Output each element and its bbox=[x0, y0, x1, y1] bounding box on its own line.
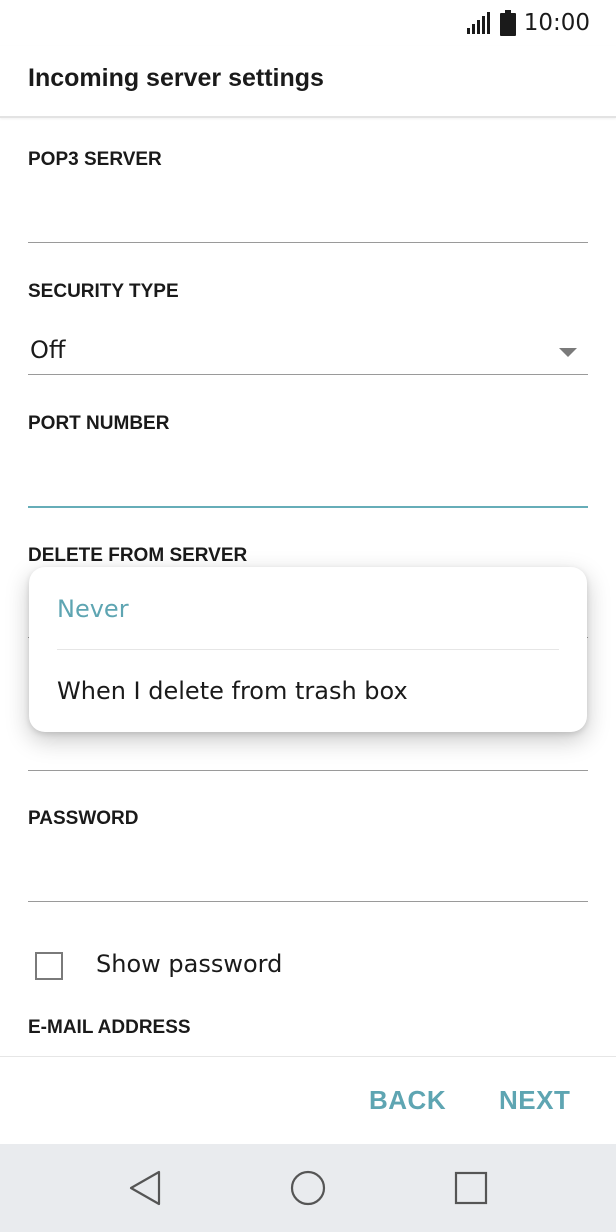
security-type-underline bbox=[28, 374, 588, 375]
dropdown-arrow-icon bbox=[559, 348, 577, 357]
password-underline bbox=[28, 901, 588, 902]
back-triangle-icon[interactable] bbox=[125, 1168, 165, 1208]
home-circle-icon[interactable] bbox=[288, 1168, 328, 1208]
delete-from-server-popup: Never When I delete from trash box bbox=[29, 567, 587, 732]
popup-option-trash[interactable]: When I delete from trash box bbox=[57, 677, 408, 705]
security-type-label: SECURITY TYPE bbox=[28, 281, 179, 302]
delete-from-server-label: DELETE FROM SERVER bbox=[28, 545, 248, 566]
battery-icon bbox=[499, 10, 516, 36]
status-time: 10:00 bbox=[523, 10, 590, 36]
pop3-server-input[interactable] bbox=[30, 196, 590, 236]
show-password-label[interactable]: Show password bbox=[96, 950, 282, 978]
bottom-action-bar: BACK NEXT bbox=[0, 1056, 616, 1145]
popup-option-never[interactable]: Never bbox=[57, 595, 129, 623]
show-password-checkbox[interactable] bbox=[35, 952, 63, 980]
recents-square-icon[interactable] bbox=[451, 1168, 491, 1208]
pop3-server-label: POP3 SERVER bbox=[28, 149, 162, 170]
password-input[interactable] bbox=[30, 855, 590, 895]
status-icons: 10:00 bbox=[466, 8, 590, 38]
page-title: Incoming server settings bbox=[28, 64, 324, 92]
email-address-label: E-MAIL ADDRESS bbox=[28, 1017, 191, 1038]
app-header: Incoming server settings bbox=[0, 46, 616, 118]
hidden-field-underline bbox=[28, 770, 588, 771]
password-label: PASSWORD bbox=[28, 808, 139, 829]
security-type-value: Off bbox=[30, 336, 66, 364]
signal-icon bbox=[466, 12, 490, 34]
port-number-underline bbox=[28, 506, 588, 508]
port-number-label: PORT NUMBER bbox=[28, 413, 170, 434]
pop3-server-underline bbox=[28, 242, 588, 243]
next-button[interactable]: NEXT bbox=[499, 1085, 570, 1116]
security-type-dropdown[interactable]: Off bbox=[28, 330, 588, 374]
system-nav-bar bbox=[0, 1144, 616, 1232]
back-button[interactable]: BACK bbox=[369, 1085, 446, 1116]
port-number-input[interactable] bbox=[30, 460, 590, 500]
popup-divider bbox=[57, 649, 559, 650]
status-bar: 10:00 bbox=[0, 0, 616, 46]
